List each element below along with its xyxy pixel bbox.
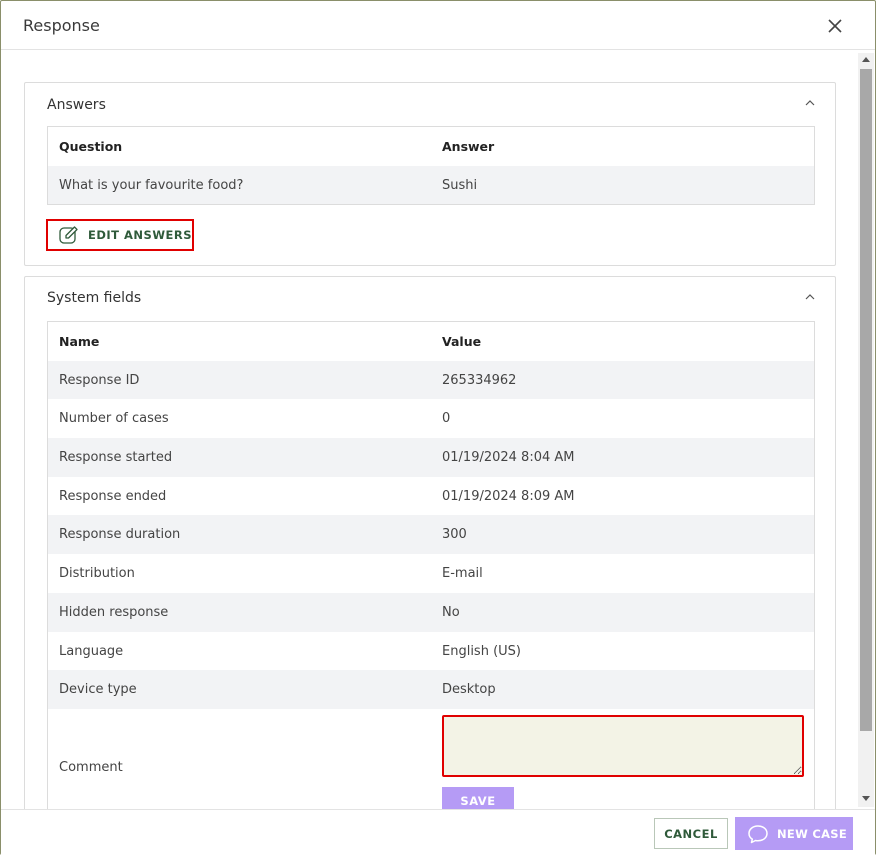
question-cell: What is your favourite food? <box>59 177 244 193</box>
system-fields-section: System fields Name Value Response ID 265… <box>24 276 836 809</box>
table-row: Response started 01/19/2024 8:04 AM <box>48 438 814 477</box>
field-value: No <box>442 604 460 620</box>
chat-bubble-icon <box>748 824 768 843</box>
column-header-value: Value <box>442 334 482 349</box>
edit-pencil-icon <box>59 226 78 244</box>
answers-table: Question Answer What is your favourite f… <box>47 126 815 206</box>
field-name: Device type <box>59 682 137 698</box>
column-header-name: Name <box>59 334 100 349</box>
chevron-up-icon[interactable] <box>805 294 815 300</box>
field-name: Language <box>59 643 124 659</box>
column-header-question: Question <box>59 139 123 154</box>
save-button[interactable]: SAVE <box>442 786 514 809</box>
dialog-footer: CANCEL NEW CASE <box>1 809 875 855</box>
field-value: 265334962 <box>442 372 517 388</box>
system-fields-table: Name Value Response ID 265334962 Number … <box>47 321 815 809</box>
field-name: Response ended <box>59 488 167 504</box>
comment-label: Comment <box>59 759 123 775</box>
table-row: Number of cases 0 <box>48 399 814 438</box>
table-header-row: Question Answer <box>48 127 814 166</box>
field-value: Desktop <box>442 682 496 698</box>
field-name: Response started <box>59 450 173 466</box>
field-name: Distribution <box>59 566 135 582</box>
table-row: Response ended 01/19/2024 8:09 AM <box>48 477 814 516</box>
table-header-row: Name Value <box>48 322 814 361</box>
column-header-answer: Answer <box>442 139 495 154</box>
table-row: Language English (US) <box>48 632 814 671</box>
field-name: Response duration <box>59 527 181 543</box>
vertical-scrollbar[interactable] <box>858 53 874 807</box>
response-dialog: Response Answers Question Answer What is… <box>0 0 876 855</box>
new-case-label: NEW CASE <box>777 826 848 841</box>
field-name: Response ID <box>59 372 140 388</box>
new-case-button[interactable]: NEW CASE <box>735 817 853 850</box>
chevron-up-icon[interactable] <box>805 100 815 106</box>
table-row: Distribution E-mail <box>48 554 814 593</box>
field-value: E-mail <box>442 566 483 582</box>
scroll-down-arrow-icon[interactable] <box>862 796 870 801</box>
edit-answers-label: EDIT ANSWERS <box>88 228 193 242</box>
dialog-header: Response <box>1 1 875 50</box>
table-row: Device type Desktop <box>48 670 814 709</box>
field-name: Number of cases <box>59 411 169 427</box>
field-name: Hidden response <box>59 604 169 620</box>
table-row: Response ID 265334962 <box>48 360 814 400</box>
dialog-body: Answers Question Answer What is your fav… <box>1 51 875 809</box>
table-row: What is your favourite food? Sushi <box>48 165 814 205</box>
cancel-button[interactable]: CANCEL <box>654 818 728 849</box>
comment-row: Comment SAVE <box>48 709 814 809</box>
comment-textarea[interactable] <box>442 714 804 777</box>
field-value: 01/19/2024 8:09 AM <box>442 488 575 504</box>
system-fields-section-title: System fields <box>47 290 142 306</box>
scroll-up-arrow-icon[interactable] <box>862 57 870 62</box>
field-value: 0 <box>442 411 451 427</box>
table-row: Hidden response No <box>48 592 814 632</box>
field-value: English (US) <box>442 643 521 659</box>
answer-cell: Sushi <box>442 177 478 193</box>
dialog-title: Response <box>23 16 100 35</box>
table-row: Response duration 300 <box>48 515 814 555</box>
answers-section-title: Answers <box>47 97 106 113</box>
scrollbar-thumb[interactable] <box>860 69 872 731</box>
field-value: 300 <box>442 527 467 543</box>
close-icon[interactable] <box>824 15 846 37</box>
edit-answers-button[interactable]: EDIT ANSWERS <box>46 219 194 251</box>
field-value: 01/19/2024 8:04 AM <box>442 450 575 466</box>
